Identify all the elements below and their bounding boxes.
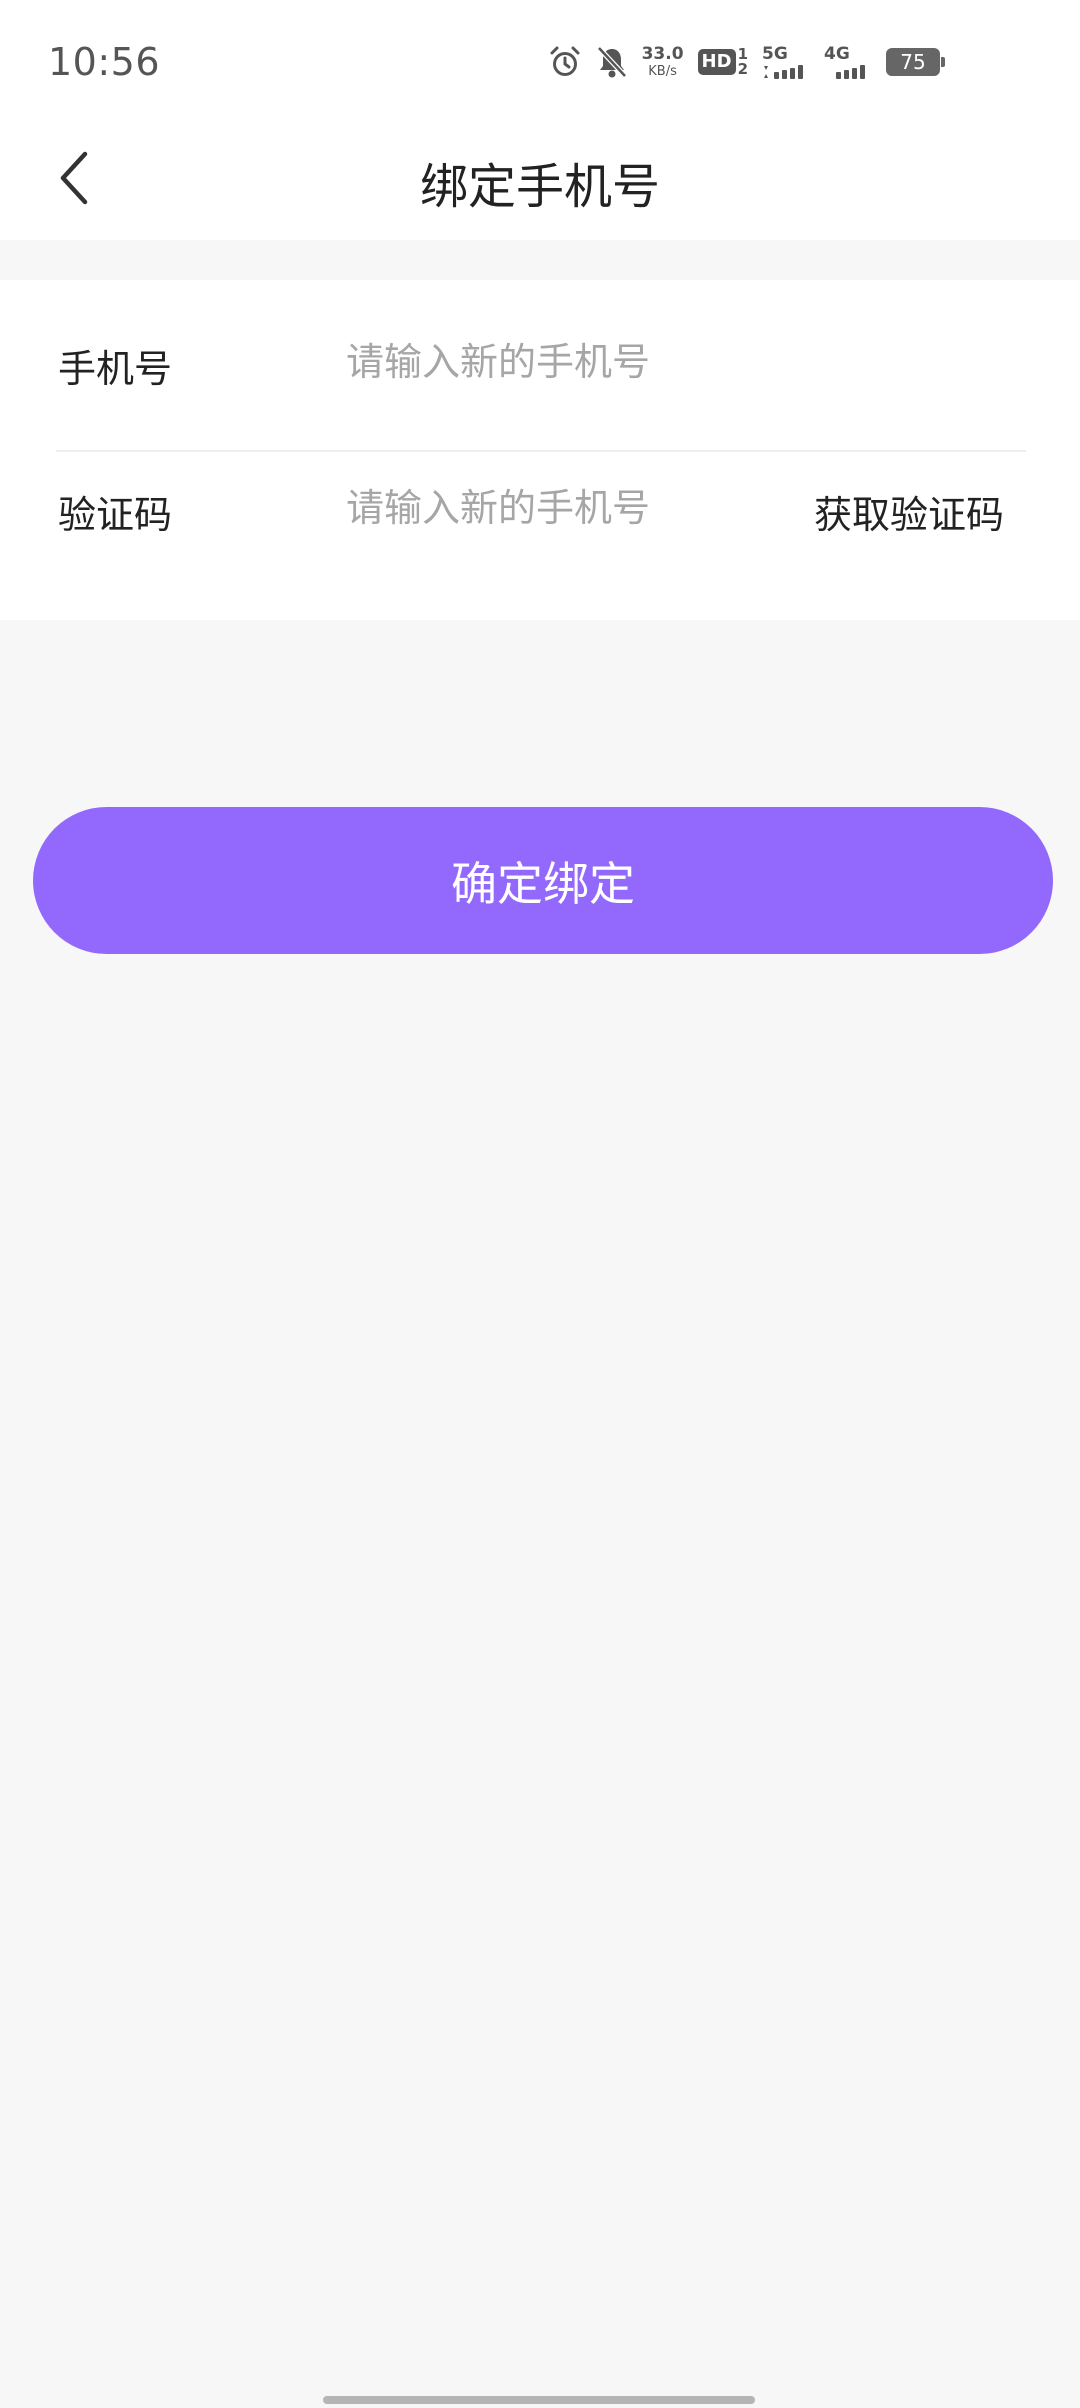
- network-4g-label: 4G: [824, 43, 850, 64]
- signal-4g-icon: 4G: [824, 43, 872, 79]
- hd-icon: HD 1 2: [697, 47, 748, 78]
- net-speed-unit: KB/s: [648, 64, 677, 79]
- code-input[interactable]: [346, 476, 766, 540]
- net-speed: 33.0 KB/s: [641, 44, 684, 79]
- alarm-icon: [548, 45, 582, 79]
- status-bar: 10:56 33.0 KB/s HD 1 2 5G 4G 75: [0, 0, 1080, 125]
- net-speed-value: 33.0: [641, 44, 684, 64]
- battery-level: 75: [900, 50, 926, 74]
- code-row: 验证码 获取验证码: [56, 452, 1026, 620]
- phone-label: 手机号: [58, 347, 173, 391]
- screen: 10:56 33.0 KB/s HD 1 2 5G 4G 75 绑定手机号 手机…: [0, 0, 1080, 2408]
- status-time: 10:56: [48, 40, 161, 84]
- sim2-label: 2: [737, 60, 748, 78]
- page-title: 绑定手机号: [419, 159, 660, 215]
- get-code-button[interactable]: 获取验证码: [814, 484, 1004, 539]
- bind-phone-form: 手机号 验证码 获取验证码: [0, 280, 1080, 620]
- code-label: 验证码: [58, 493, 173, 537]
- home-indicator[interactable]: [323, 2396, 755, 2404]
- hd-label: HD: [697, 49, 736, 75]
- phone-row: 手机号: [56, 280, 1026, 452]
- network-5g-label: 5G: [762, 43, 788, 64]
- phone-input[interactable]: [346, 330, 766, 394]
- bell-off-icon: [596, 45, 628, 79]
- header: 绑定手机号: [0, 125, 1080, 240]
- signal-5g-icon: 5G: [762, 43, 810, 79]
- battery-icon: 75: [886, 48, 945, 76]
- status-icons: 33.0 KB/s HD 1 2 5G 4G 75: [548, 40, 945, 84]
- confirm-bind-button[interactable]: 确定绑定: [33, 807, 1053, 954]
